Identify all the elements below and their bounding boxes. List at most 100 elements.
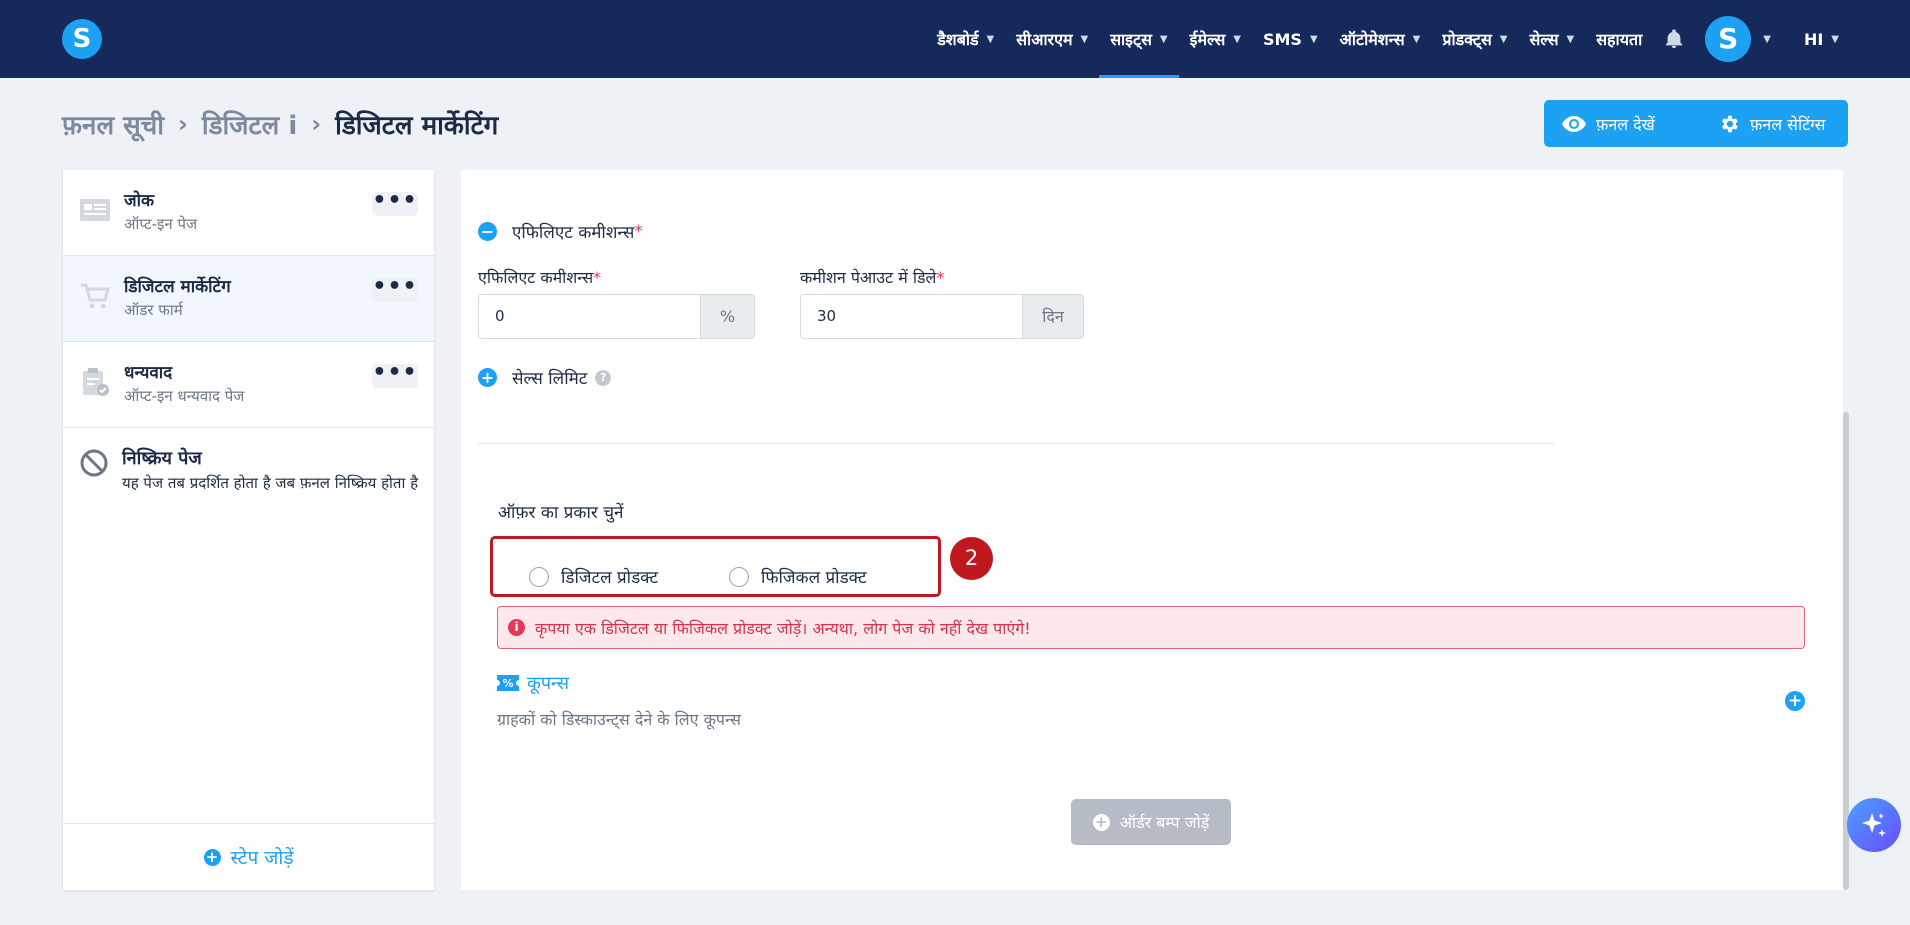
chevron-down-icon: ▼ — [1566, 33, 1575, 45]
percent-addon: % — [700, 294, 755, 339]
payout-delay-input[interactable]: 30 — [800, 294, 1023, 339]
nav-item-automations[interactable]: ऑटोमेशन्स ▼ — [1329, 0, 1432, 78]
step-item-thank-you[interactable]: धन्यवाद ऑप्ट-इन धन्यवाद पेज ••• — [63, 342, 434, 428]
payout-delay-label-text: कमीशन पेआउट में डिले — [800, 268, 937, 287]
bell-icon[interactable] — [1663, 28, 1685, 50]
nav-label: ईमेल्स — [1189, 30, 1226, 49]
sales-limit-title: सेल्स लिमिट — [512, 369, 588, 389]
divider — [478, 443, 1554, 444]
expand-icon[interactable]: + — [478, 368, 497, 387]
nav-label: ऑटोमेशन्स — [1339, 30, 1405, 49]
app-logo[interactable]: S — [62, 19, 102, 59]
more-options-button[interactable]: ••• — [372, 362, 418, 388]
view-funnel-button[interactable]: फ़नल देखें — [1544, 100, 1710, 147]
sales-limit-header[interactable]: + सेल्स लिमिट ? — [478, 366, 612, 389]
breadcrumb-funnel[interactable]: डिजिटल i — [202, 106, 297, 142]
sparkle-icon — [1862, 813, 1886, 837]
order-bump-label: ऑर्डर बम्प जोड़ें — [1119, 813, 1210, 832]
breadcrumb-funnel-list[interactable]: फ़नल सूची — [62, 106, 164, 142]
avatar[interactable]: S — [1705, 16, 1752, 62]
svg-text:%: % — [502, 677, 513, 690]
nav-item-products[interactable]: प्रोडक्ट्स ▼ — [1431, 0, 1518, 78]
required-marker: * — [634, 221, 643, 242]
ticket-icon: % — [497, 675, 519, 691]
nav-label: सेल्स — [1529, 30, 1559, 49]
step-item-joke[interactable]: जोक ऑप्ट-इन पेज ••• — [63, 170, 434, 256]
required-marker: * — [593, 268, 602, 287]
step-subtitle: ऑप्ट-इन पेज — [124, 215, 198, 233]
coupons-description: ग्राहकों को डिस्काउन्ट्स देने के लिए कूप… — [497, 710, 741, 729]
add-step-label: स्टेप जोड़ें — [230, 847, 294, 869]
more-options-button[interactable]: ••• — [372, 276, 418, 302]
alert-text: कृपया एक डिजिटल या फिजिकल प्रोडक्ट जोड़े… — [535, 618, 1031, 638]
step-subtitle: ऑडर फार्म — [124, 301, 183, 319]
inactive-page-title: निष्क्रिय पेज — [122, 448, 202, 469]
affiliate-section-title: एफिलिएट कमीशन्स — [512, 223, 635, 243]
radio-physical-product[interactable]: फिजिकल प्रोडक्ट — [729, 565, 867, 588]
gear-icon — [1722, 115, 1738, 132]
breadcrumb: फ़नल सूची › डिजिटल i › डिजिटल मार्केटिंग — [62, 104, 498, 144]
nav-item-sales[interactable]: सेल्स ▼ — [1518, 0, 1585, 78]
product-required-alert: i कृपया एक डिजिटल या फिजिकल प्रोडक्ट जोड… — [497, 606, 1805, 649]
chevron-down-icon: ▼ — [986, 33, 995, 45]
chevron-right-icon: › — [311, 110, 322, 138]
days-addon: दिन — [1022, 294, 1084, 339]
nav-label: साइट्स — [1110, 30, 1152, 49]
radio-label: फिजिकल प्रोडक्ट — [761, 568, 867, 588]
help-icon[interactable]: ? — [595, 369, 612, 386]
nav-label: SMS — [1262, 29, 1302, 49]
commission-label: एफिलिएट कमीशन्स* — [478, 266, 601, 288]
commission-input[interactable]: 0 — [478, 294, 701, 339]
form-page-icon — [80, 199, 110, 221]
chevron-down-icon: ▼ — [1763, 33, 1771, 45]
cart-icon — [81, 283, 110, 309]
more-options-button[interactable]: ••• — [372, 190, 418, 216]
coupons-header[interactable]: % कूपन्स — [497, 671, 569, 695]
radio-circle[interactable] — [729, 566, 749, 587]
nav-item-emails[interactable]: ईमेल्स ▼ — [1179, 0, 1252, 78]
info-icon: i — [508, 619, 525, 636]
radio-digital-product[interactable]: डिजिटल प्रोडक्ट — [529, 565, 658, 588]
plus-icon: + — [1092, 813, 1110, 831]
language-label: HI — [1803, 29, 1824, 49]
funnel-steps-panel: जोक ऑप्ट-इन पेज ••• डिजिटल मार्केटिंग ऑड… — [63, 170, 434, 890]
nav-item-sms[interactable]: SMS ▼ — [1252, 0, 1329, 78]
add-coupon-button[interactable]: + — [1785, 691, 1805, 711]
add-step-button[interactable]: + स्टेप जोड़ें — [63, 823, 434, 890]
nav-label: डैशबोर्ड — [937, 30, 979, 49]
required-marker: * — [936, 268, 945, 287]
chevron-down-icon: ▼ — [1831, 33, 1839, 45]
funnel-settings-label: फ़नल सेटिंग्स — [1750, 114, 1826, 134]
step-item-digital-marketing[interactable]: डिजिटल मार्केटिंग ऑडर फार्म ••• — [63, 256, 434, 342]
language-selector[interactable]: HI ▼ — [1793, 0, 1850, 78]
chevron-down-icon: ▼ — [1412, 33, 1421, 45]
chevron-right-icon: › — [177, 110, 188, 138]
affiliate-section-header[interactable]: − एफिलिएट कमीशन्स * — [478, 220, 643, 243]
chevron-down-icon: ▼ — [1499, 33, 1508, 45]
offer-type-label: ऑफ़र का प्रकार चुनें — [498, 503, 624, 523]
ai-assistant-button[interactable] — [1847, 798, 1901, 852]
nav-item-crm[interactable]: सीआरएम ▼ — [1005, 0, 1099, 78]
nav-label: सीआरएम — [1016, 30, 1073, 49]
radio-label: डिजिटल प्रोडक्ट — [561, 568, 659, 588]
inactive-page-item[interactable]: निष्क्रिय पेज यह पेज तब प्रदर्शित होता ह… — [63, 430, 434, 530]
nav-label: सहायता — [1596, 30, 1643, 49]
add-order-bump-button[interactable]: + ऑर्डर बम्प जोड़ें — [1071, 799, 1231, 845]
plus-icon: + — [203, 848, 221, 866]
radio-circle[interactable] — [529, 566, 549, 587]
nav-item-dashboard[interactable]: डैशबोर्ड ▼ — [926, 0, 1005, 78]
step-title: जोक — [124, 191, 155, 211]
annotation-step-badge: 2 — [950, 537, 993, 580]
chevron-down-icon: ▼ — [1233, 33, 1241, 45]
avatar-menu-toggle[interactable]: ▼ — [1751, 0, 1775, 78]
clipboard-check-icon — [83, 368, 109, 396]
nav-item-sites[interactable]: साइट्स ▼ — [1099, 0, 1180, 78]
nav-item-help[interactable]: सहायता — [1585, 0, 1653, 78]
inactive-page-description: यह पेज तब प्रदर्शित होता है जब फ़नल निष्… — [122, 474, 419, 492]
chevron-down-icon: ▼ — [1080, 33, 1089, 45]
page-title: डिजिटल मार्केटिंग — [335, 111, 499, 141]
step-subtitle: ऑप्ट-इन धन्यवाद पेज — [124, 387, 245, 405]
collapse-icon[interactable]: − — [478, 222, 497, 241]
funnel-settings-button[interactable]: फ़नल सेटिंग्स — [1700, 100, 1848, 147]
chevron-down-icon: ▼ — [1159, 33, 1168, 45]
